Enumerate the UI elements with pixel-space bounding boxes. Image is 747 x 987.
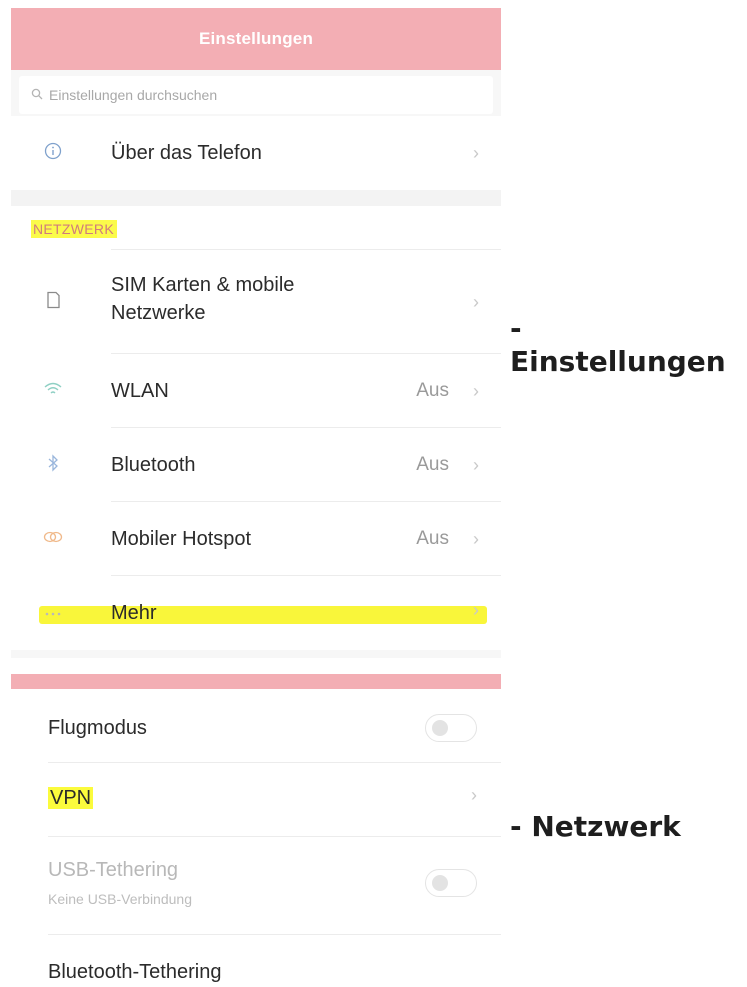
settings-screen: Einstellungen Einstellungen durchsuchen … <box>11 8 501 658</box>
vpn-label: VPN <box>48 787 94 809</box>
info-icon <box>41 142 65 165</box>
chevron-right-icon: › <box>473 380 479 401</box>
section-gap <box>11 190 501 206</box>
hotspot-status: Aus <box>416 528 449 549</box>
about-phone-label: Über das Telefon <box>111 142 262 164</box>
usb-tethering-sub: Keine USB-Verbindung <box>48 891 192 907</box>
caption-einstellungen: - Einstellungen <box>510 312 726 378</box>
about-card: Über das Telefon › <box>11 116 501 190</box>
bluetooth-item[interactable]: Bluetooth Aus › <box>11 428 501 502</box>
section-header: NETZWERK <box>11 206 501 250</box>
more-icon <box>41 604 65 622</box>
sim-cards-label-line2: Netzwerke <box>111 302 206 324</box>
hotspot-label: Mobiler Hotspot <box>111 528 252 550</box>
network-header <box>11 674 501 689</box>
bluetooth-tethering-item[interactable]: Bluetooth-Tethering <box>11 935 501 987</box>
wlan-item[interactable]: WLAN Aus › <box>11 354 501 428</box>
search-input[interactable]: Einstellungen durchsuchen <box>19 76 493 114</box>
bluetooth-icon <box>41 453 65 477</box>
airplane-mode-toggle[interactable] <box>425 714 477 742</box>
sim-card-icon <box>41 291 65 314</box>
section-title-network: NETZWERK <box>31 220 117 238</box>
sim-cards-item[interactable]: SIM Karten & mobile Netzwerke › <box>11 250 501 354</box>
airplane-mode-item[interactable]: Flugmodus <box>11 689 501 763</box>
wlan-status: Aus <box>416 380 449 401</box>
usb-tethering-toggle[interactable] <box>425 869 477 897</box>
settings-header: Einstellungen <box>11 8 501 70</box>
hotspot-item[interactable]: Mobiler Hotspot Aus › <box>11 502 501 576</box>
wifi-icon <box>41 382 65 401</box>
network-section: NETZWERK SIM Karten & mobile Netzwerke ›… <box>11 206 501 650</box>
search-icon <box>31 87 43 103</box>
chevron-right-icon: › <box>473 291 479 312</box>
about-phone-item[interactable]: Über das Telefon › <box>11 116 501 190</box>
airplane-mode-label: Flugmodus <box>48 717 147 739</box>
chevron-right-icon: › <box>473 600 479 620</box>
settings-title: Einstellungen <box>198 29 314 48</box>
more-item[interactable]: Mehr › <box>11 576 501 650</box>
caption-netzwerk: - Netzwerk <box>510 810 681 843</box>
chevron-right-icon: › <box>473 142 479 163</box>
bluetooth-status: Aus <box>416 454 449 475</box>
wlan-label: WLAN <box>111 380 169 402</box>
search-placeholder: Einstellungen durchsuchen <box>49 87 218 103</box>
network-screen: Flugmodus VPN › USB-Tethering Keine USB-… <box>11 674 501 987</box>
more-label: Mehr <box>111 602 157 624</box>
search-container: Einstellungen durchsuchen <box>11 70 501 116</box>
sim-cards-label-line1: SIM Karten & mobile <box>111 274 295 296</box>
chevron-right-icon: › <box>473 454 479 475</box>
bluetooth-label: Bluetooth <box>111 454 196 476</box>
usb-tethering-label: USB-Tethering <box>48 859 179 881</box>
usb-tethering-item[interactable]: USB-Tethering Keine USB-Verbindung <box>11 837 501 935</box>
vpn-item[interactable]: VPN › <box>11 763 501 837</box>
hotspot-icon <box>41 530 65 548</box>
bluetooth-tethering-label: Bluetooth-Tethering <box>48 961 222 983</box>
highlight-mark <box>39 606 487 624</box>
chevron-right-icon: › <box>473 528 479 549</box>
chevron-right-icon: › <box>471 785 477 805</box>
